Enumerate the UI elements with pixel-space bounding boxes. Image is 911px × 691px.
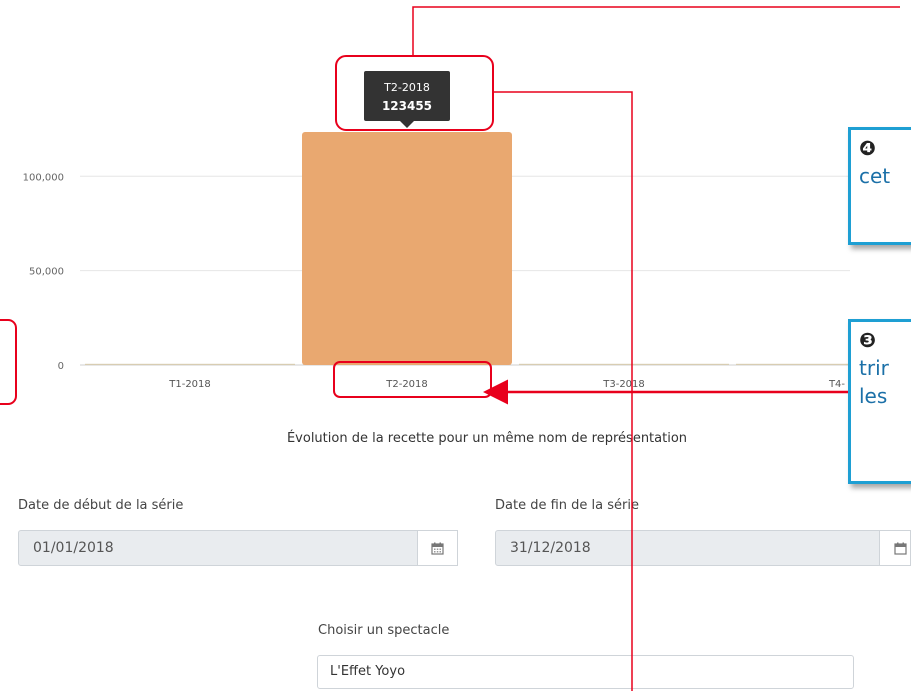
chart-tooltip: T2-2018 123455 — [364, 71, 450, 128]
bar-T1-2018[interactable] — [85, 363, 295, 365]
callout-3-number: ❸ — [859, 328, 876, 352]
calendar-icon — [431, 542, 444, 555]
end-date-field[interactable]: 31/12/2018 — [495, 530, 880, 566]
bar-chart: 050,000100,000 T1-2018 T2-2018 T3-2018 T4- … — [23, 71, 911, 390]
callout-3-text-line1: trir — [859, 356, 889, 380]
callout-3: ❸ trir les — [848, 319, 911, 484]
callout-4-text: cet — [859, 164, 891, 188]
calendar-icon — [894, 542, 907, 555]
y-tick-label: 100,000 — [23, 172, 64, 183]
y-tick-label: 0 — [58, 361, 64, 372]
callout-3-text-line2: les — [859, 384, 888, 408]
tooltip-box — [364, 71, 450, 121]
show-select-input[interactable]: L'Effet Yoyo — [317, 655, 854, 689]
tooltip-pointer — [400, 121, 414, 128]
show-select-label: Choisir un spectacle — [318, 623, 450, 638]
callout-4-number: ❹ — [859, 136, 876, 160]
start-date-label: Date de début de la série — [18, 498, 184, 513]
start-date-field[interactable]: 01/01/2018 — [18, 530, 418, 566]
bar-T2-2018[interactable] — [302, 132, 512, 365]
x-tick-label: T3-2018 — [602, 379, 645, 390]
end-date-label: Date de fin de la série — [495, 498, 639, 513]
end-date-calendar-button[interactable] — [880, 530, 911, 566]
bar-T3-2018[interactable] — [519, 363, 729, 365]
x-tick-label: T4- — [828, 379, 845, 390]
x-tick-label: T1-2018 — [168, 379, 211, 390]
x-tick-label: T2-2018 — [385, 379, 428, 390]
callout-4: ❹ cet — [848, 127, 911, 245]
tooltip-value: 123455 — [382, 99, 432, 113]
chart-title: Évolution de la recette pour un même nom… — [286, 431, 688, 446]
start-date-calendar-button[interactable] — [418, 530, 458, 566]
tooltip-category: T2-2018 — [383, 81, 430, 94]
y-tick-label: 50,000 — [29, 267, 64, 278]
